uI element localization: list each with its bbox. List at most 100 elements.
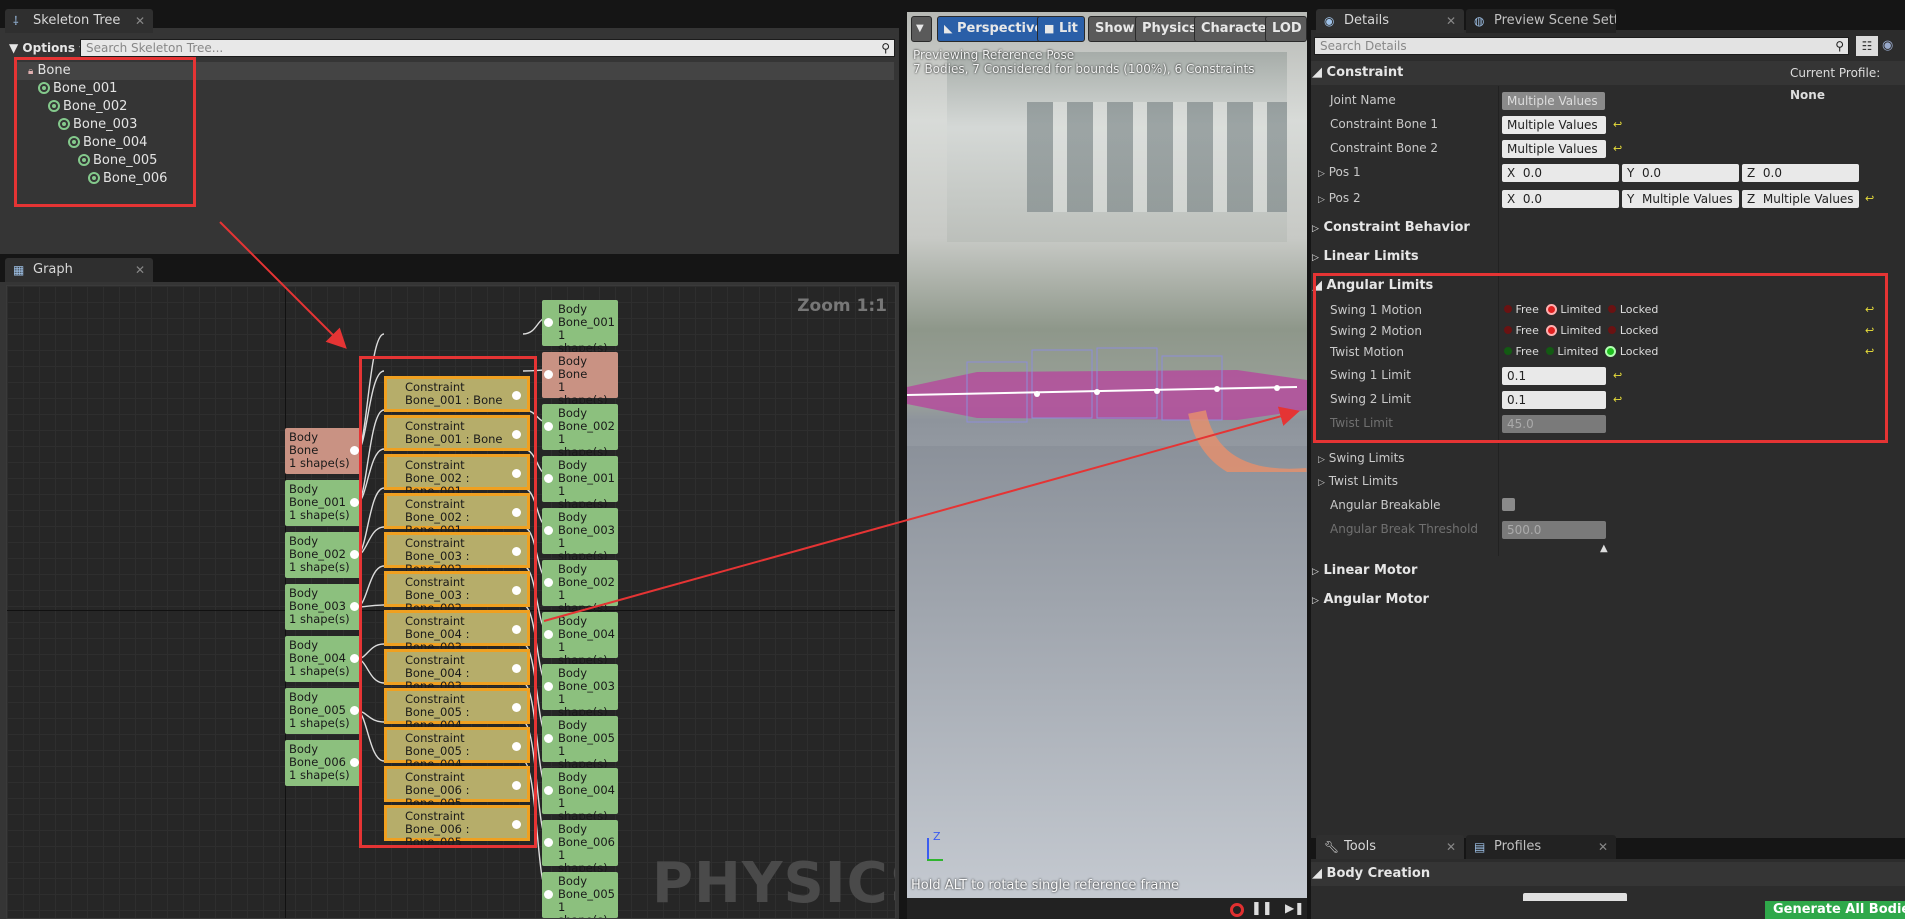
close-icon[interactable]: ✕ <box>135 9 145 33</box>
section-angular-motor[interactable]: ▷ Angular Motor <box>1312 589 1429 611</box>
close-icon[interactable]: ✕ <box>1446 835 1456 859</box>
output-pin[interactable] <box>350 602 359 611</box>
bone2-label: Constraint Bone 2 <box>1330 141 1439 155</box>
output-pin[interactable] <box>350 550 359 559</box>
input-pin[interactable] <box>544 526 553 535</box>
row-angular-breakable: Angular Breakable <box>1310 494 1880 516</box>
perspective-button[interactable]: ◣ Perspective <box>937 16 1051 42</box>
collapse-advanced-icon[interactable]: ▲ <box>1600 543 1608 554</box>
tab-tools[interactable]: 🔧︎ Tools ✕ <box>1316 835 1464 859</box>
bone2-field[interactable]: Multiple Values <box>1502 140 1606 158</box>
pos1-x-field[interactable]: X 0.0 <box>1502 164 1619 182</box>
tab-skeleton-tree[interactable]: ⸸ Skeleton Tree ✕ <box>5 9 153 33</box>
body-node-left[interactable]: Body Bone_004 1 shape(s) <box>285 636 361 682</box>
view-options-icon[interactable]: ☷ <box>1856 36 1878 56</box>
lod-button[interactable]: LOD A <box>1265 16 1307 42</box>
tab-details[interactable]: ◉ Details ✕ <box>1316 9 1464 33</box>
pos2-y-field[interactable]: Y Multiple Values <box>1622 190 1739 208</box>
physics-label: Physics <box>1142 21 1197 36</box>
options-button[interactable]: ▼ Options ▼ <box>9 39 86 57</box>
body-node-right[interactable]: Body Bone_004 1 shape(s) <box>542 768 618 823</box>
viewport-menu-button[interactable]: ▼ <box>911 16 932 42</box>
tab-profiles[interactable]: ▤ Profiles ✕ <box>1466 835 1616 859</box>
viewport[interactable]: Previewing Reference Pose 7 Bodies, 7 Co… <box>907 12 1307 919</box>
body-node-left[interactable]: Body Bone_002 1 shape(s) <box>285 532 361 578</box>
body-node-right[interactable]: Body Bone_002 1 shape(s) <box>542 560 618 615</box>
pos2-y-value: Multiple Values <box>1641 192 1733 206</box>
bone1-field[interactable]: Multiple Values <box>1502 116 1606 134</box>
generate-all-bodies-button[interactable]: Generate All Bodies <box>1765 901 1905 919</box>
pos1-label: Pos 1 <box>1328 165 1361 179</box>
input-pin[interactable] <box>544 474 553 483</box>
body-node-left[interactable]: Body Bone 1 shape(s) <box>285 428 361 474</box>
input-pin[interactable] <box>544 370 553 379</box>
body-node-left[interactable]: Body Bone_005 1 shape(s) <box>285 688 361 734</box>
output-pin[interactable] <box>350 758 359 767</box>
eye-icon[interactable]: ◉ <box>1882 36 1902 56</box>
section-body-creation[interactable]: ◢ Body Creation <box>1312 863 1430 885</box>
collapsed-icon: ▷ <box>1312 567 1319 577</box>
search-icon[interactable]: ⚲ <box>881 40 890 56</box>
node-bone: Bone_003 <box>558 679 615 693</box>
body-node-right[interactable]: Body Bone 1 shape(s) <box>542 352 618 407</box>
body-node-right[interactable]: Body Bone_002 1 shape(s) <box>542 404 618 459</box>
section-linear-limits[interactable]: ▷ Linear Limits <box>1312 246 1419 268</box>
output-pin[interactable] <box>350 498 359 507</box>
joint-name-field[interactable]: Multiple Values <box>1502 92 1605 110</box>
input-pin[interactable] <box>544 422 553 431</box>
section-linear-motor[interactable]: ▷ Linear Motor <box>1312 560 1417 582</box>
body-node-right[interactable]: Body Bone_001 1 shape(s) <box>542 300 618 355</box>
body-node-right[interactable]: Body Bone_003 1 shape(s) <box>542 664 618 719</box>
tab-preview-scene[interactable]: ◍ Preview Scene Sett <box>1466 9 1616 33</box>
section-constraint-behavior[interactable]: ▷ Constraint Behavior <box>1312 217 1470 239</box>
input-pin[interactable] <box>544 630 553 639</box>
reset-icon[interactable]: ↩ <box>1613 119 1623 130</box>
pos1-y-field[interactable]: Y 0.0 <box>1622 164 1739 182</box>
body-node-right[interactable]: Body Bone_001 1 shape(s) <box>542 456 618 511</box>
graph-canvas[interactable]: Zoom 1:1 PHYSICS <box>6 285 896 919</box>
close-icon[interactable]: ✕ <box>1598 835 1608 859</box>
close-icon[interactable]: ✕ <box>1446 9 1456 33</box>
pos2-x-field[interactable]: X 0.0 <box>1502 190 1619 208</box>
input-pin[interactable] <box>544 786 553 795</box>
output-pin[interactable] <box>350 706 359 715</box>
angular-breakable-checkbox[interactable] <box>1502 498 1515 511</box>
output-pin[interactable] <box>350 446 359 455</box>
record-button[interactable] <box>1230 903 1244 917</box>
input-pin[interactable] <box>544 734 553 743</box>
body-node-left[interactable]: Body Bone_001 1 shape(s) <box>285 480 361 526</box>
details-search-input[interactable]: Search Details ⚲ <box>1314 37 1849 55</box>
body-node-right[interactable]: Body Bone_004 1 shape(s) <box>542 612 618 667</box>
search-icon[interactable]: ⚲ <box>1835 38 1844 54</box>
reset-icon[interactable]: ↩ <box>1865 193 1875 204</box>
show-button[interactable]: Show <box>1088 16 1142 42</box>
body-node-right[interactable]: BodyBone_0051 shape(s) <box>542 872 618 918</box>
input-pin[interactable] <box>544 578 553 587</box>
axis-x-label: X <box>1507 192 1516 206</box>
tab-graph[interactable]: ▦ Graph ✕ <box>5 258 153 282</box>
lit-button[interactable]: ■ Lit <box>1037 16 1085 42</box>
input-pin[interactable] <box>544 682 553 691</box>
body-node-left[interactable]: Body Bone_003 1 shape(s) <box>285 584 361 630</box>
search-input[interactable]: Search Skeleton Tree... ⚲ <box>80 39 895 57</box>
highlight-box-angular-limits <box>1313 273 1888 443</box>
output-pin[interactable] <box>350 654 359 663</box>
close-icon[interactable]: ✕ <box>135 258 145 282</box>
pause-icon[interactable]: ❚❚ <box>1251 901 1273 916</box>
input-pin[interactable] <box>544 838 553 847</box>
pos1-z-field[interactable]: Z 0.0 <box>1742 164 1859 182</box>
reset-icon[interactable]: ↩ <box>1613 143 1623 154</box>
body-node-right[interactable]: BodyBone_0051 shape(s) <box>542 716 618 771</box>
body-node-left[interactable]: Body Bone_006 1 shape(s) <box>285 740 361 786</box>
building-windows <box>1027 102 1287 212</box>
body-node-right[interactable]: Body Bone_006 1 shape(s) <box>542 820 618 875</box>
row-swing-limits[interactable]: ▷ Swing Limits <box>1310 447 1880 469</box>
axis-gizmo: Z <box>919 830 949 864</box>
step-forward-icon[interactable]: ▶❚ <box>1285 901 1304 915</box>
input-pin[interactable] <box>544 318 553 327</box>
pos2-z-field[interactable]: Z Multiple Values <box>1742 190 1859 208</box>
row-twist-limits[interactable]: ▷ Twist Limits <box>1310 470 1880 492</box>
section-constraint[interactable]: ◢ Constraint <box>1312 62 1403 84</box>
body-node-right[interactable]: Body Bone_003 1 shape(s) <box>542 508 618 563</box>
input-pin[interactable] <box>544 890 553 899</box>
